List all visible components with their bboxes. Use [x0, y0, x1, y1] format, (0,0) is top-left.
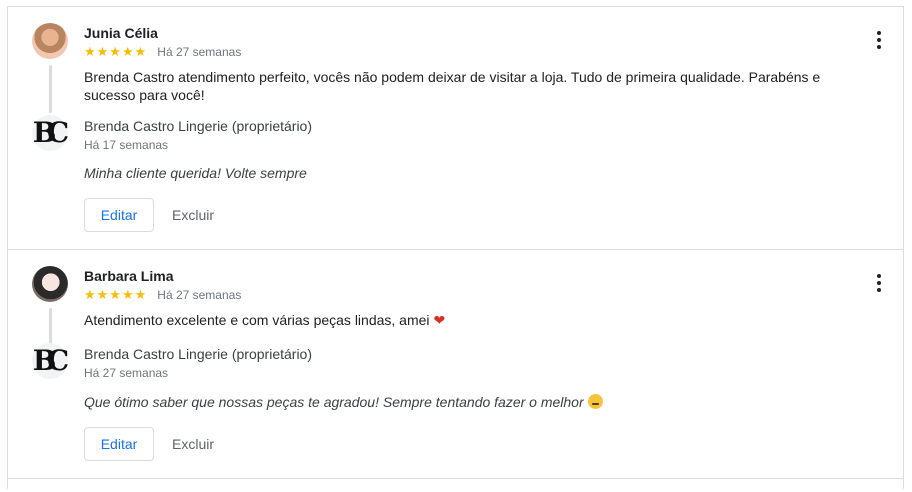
owner-reply-text: Minha cliente querida! Volte sempre	[84, 165, 307, 181]
review-text: Brenda Castro atendimento perfeito, você…	[84, 69, 821, 103]
edit-button[interactable]: Editar	[84, 198, 154, 232]
edit-button[interactable]: Editar	[84, 427, 154, 461]
delete-button[interactable]: Excluir	[172, 427, 214, 461]
smile-emoji-icon	[587, 394, 603, 409]
more-vert-icon[interactable]	[876, 31, 882, 49]
more-vert-icon[interactable]	[876, 274, 882, 292]
owner-logo: BC	[32, 344, 70, 377]
owner-name: Brenda Castro Lingerie (proprietário)	[84, 346, 312, 362]
review-text: Atendimento excelente e com várias peças…	[84, 312, 430, 328]
owner-reply-time: Há 17 semanas	[84, 138, 169, 152]
thread-line	[49, 65, 52, 113]
reviewer-avatar[interactable]	[32, 23, 68, 59]
owner-reply-container: Que ótimo saber que nossas peças te agra…	[84, 394, 603, 410]
review-time: Há 27 semanas	[157, 45, 242, 59]
owner-reply-text: Que ótimo saber que nossas peças te agra…	[84, 394, 584, 410]
divider	[8, 478, 904, 479]
reviewer-name[interactable]: Barbara Lima	[84, 268, 173, 284]
owner-name: Brenda Castro Lingerie (proprietário)	[84, 118, 312, 134]
owner-avatar: BC	[32, 343, 70, 379]
reviewer-name[interactable]: Junia Célia	[84, 25, 158, 41]
reviewer-avatar[interactable]	[32, 266, 68, 302]
review-card: Barbara Lima ★★★★★ Há 27 semanas Atendim…	[8, 249, 904, 492]
owner-logo: BC	[32, 116, 70, 149]
heart-icon: ❤	[433, 312, 446, 328]
owner-reply-time: Há 27 semanas	[84, 366, 169, 380]
owner-avatar: BC	[32, 115, 70, 151]
rating-row: ★★★★★ Há 27 semanas	[84, 287, 241, 303]
star-rating: ★★★★★	[84, 44, 148, 59]
review-time: Há 27 semanas	[157, 288, 242, 302]
review-text-container: Atendimento excelente e com várias peças…	[84, 311, 844, 329]
rating-row: ★★★★★ Há 27 semanas	[84, 44, 241, 60]
review-card: Junia Célia ★★★★★ Há 27 semanas Brenda C…	[8, 6, 904, 249]
star-rating: ★★★★★	[84, 287, 148, 302]
delete-button[interactable]: Excluir	[172, 198, 214, 232]
